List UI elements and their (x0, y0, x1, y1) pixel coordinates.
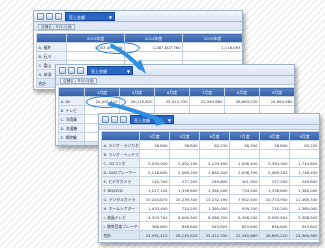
drilldown-arrow-1 (108, 44, 166, 126)
